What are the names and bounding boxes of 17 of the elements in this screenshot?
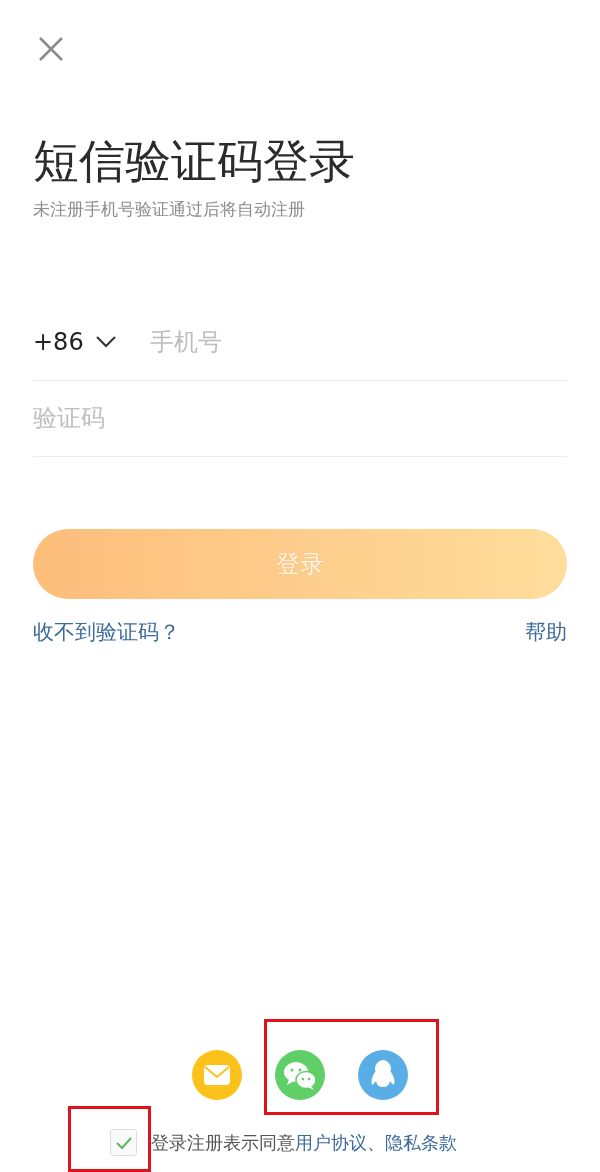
page-title: 短信验证码登录	[33, 134, 356, 190]
social-login-button[interactable]	[358, 1050, 408, 1100]
no-code-link[interactable]: 收不到验证码？	[33, 616, 180, 649]
phone-input-field[interactable]: 手机号	[149, 324, 567, 361]
user-agreement-link[interactable]: 用户协议	[295, 1132, 367, 1153]
checkmark-icon	[115, 1136, 132, 1149]
help-link[interactable]: 帮助	[525, 616, 567, 649]
code-input-field[interactable]: 验证码	[33, 400, 567, 437]
social-login-button[interactable]	[192, 1050, 242, 1100]
agreement-checkbox[interactable]	[110, 1129, 137, 1156]
subtitle-text: 未注册手机号验证通过后将自动注册	[33, 198, 306, 222]
privacy-policy-link[interactable]: 隐私条款	[385, 1132, 457, 1153]
agreement-text: 登录注册表示同意用户协议、隐私条款	[151, 1131, 457, 1155]
social-login-button[interactable]	[275, 1050, 325, 1100]
close-icon[interactable]	[38, 36, 64, 62]
caret-icon[interactable]	[95, 336, 116, 349]
country-code[interactable]: +86	[33, 324, 84, 361]
